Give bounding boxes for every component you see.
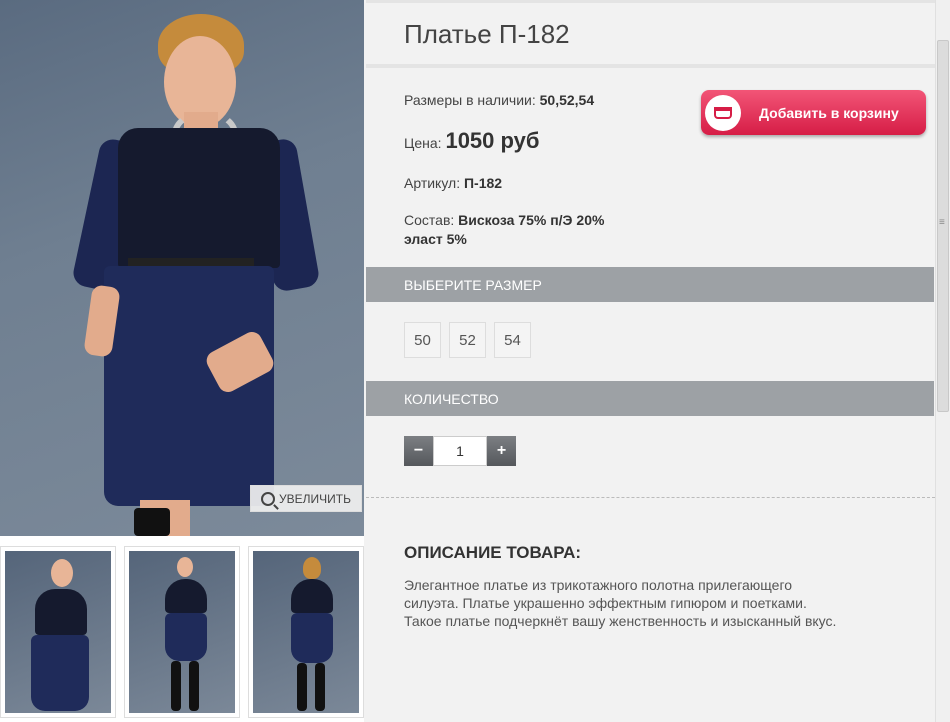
- model-figure: [0, 0, 364, 536]
- size-options: 50 52 54: [404, 322, 531, 358]
- title-bar: Платье П-182: [366, 0, 935, 68]
- article-label: Артикул:: [404, 175, 461, 191]
- thumbnail-photo: [253, 551, 359, 713]
- zoom-label: УВЕЛИЧИТЬ: [279, 491, 351, 506]
- price-value: 1050 руб: [445, 128, 540, 153]
- thumbnail-1[interactable]: [0, 546, 116, 718]
- sizes-label: Размеры в наличии:: [404, 92, 536, 108]
- description-line: Элегантное платье из трикотажного полотн…: [404, 577, 793, 593]
- add-to-cart-label: Добавить в корзину: [759, 104, 899, 121]
- composition-value-2: эласт 5%: [404, 231, 467, 247]
- composition-label: Состав:: [404, 212, 455, 228]
- size-option[interactable]: 50: [404, 322, 441, 358]
- sizes-available: Размеры в наличии: 50,52,54: [404, 92, 594, 108]
- size-option[interactable]: 54: [494, 322, 531, 358]
- size-option[interactable]: 52: [449, 322, 486, 358]
- description-line: Такое платье подчеркнёт вашу женственнос…: [404, 613, 837, 629]
- quantity-stepper: − +: [404, 436, 516, 466]
- description-text: Элегантное платье из трикотажного полотн…: [404, 576, 924, 630]
- quantity-section-header: КОЛИЧЕСТВО: [366, 381, 934, 416]
- description-line: силуэта. Платье украшенно эффектным гипю…: [404, 595, 807, 611]
- composition: Состав: Вискоза 75% п/Э 20% эласт 5%: [404, 211, 604, 249]
- product-info-panel: Платье П-182 Размеры в наличии: 50,52,54…: [366, 0, 935, 722]
- sizes-value: 50,52,54: [539, 92, 595, 108]
- main-product-photo[interactable]: УВЕЛИЧИТЬ: [0, 0, 364, 536]
- zoom-button[interactable]: УВЕЛИЧИТЬ: [250, 485, 362, 512]
- quantity-section-title: КОЛИЧЕСТВО: [404, 390, 499, 407]
- quantity-decrease-button[interactable]: −: [404, 436, 433, 466]
- thumbnail-photo: [5, 551, 111, 713]
- scrollbar[interactable]: [935, 0, 950, 722]
- composition-value-1: Вискоза 75% п/Э 20%: [458, 212, 605, 228]
- description-title: ОПИСАНИЕ ТОВАРА:: [404, 543, 582, 562]
- divider: [366, 497, 935, 498]
- size-section-title: ВЫБЕРИТЕ РАЗМЕР: [404, 276, 542, 293]
- page-title: Платье П-182: [404, 19, 570, 49]
- product-gallery: УВЕЛИЧИТЬ: [0, 0, 364, 722]
- price: Цена: 1050 руб: [404, 128, 539, 154]
- basket-icon: [705, 94, 741, 131]
- quantity-input[interactable]: [433, 436, 487, 466]
- article: Артикул: П-182: [404, 175, 502, 191]
- article-value: П-182: [463, 175, 503, 191]
- thumbnail-2[interactable]: [124, 546, 240, 718]
- product-page: УВЕЛИЧИТЬ Платье П-182 Размеры в наличии…: [0, 0, 950, 722]
- quantity-increase-button[interactable]: +: [487, 436, 516, 466]
- size-section-header: ВЫБЕРИТЕ РАЗМЕР: [366, 267, 934, 302]
- magnifier-plus-icon: [261, 491, 276, 506]
- thumbnail-3[interactable]: [248, 546, 364, 718]
- thumbnail-photo: [129, 551, 235, 713]
- scrollbar-thumb[interactable]: [937, 40, 949, 412]
- thumbnail-strip: [0, 546, 364, 722]
- add-to-cart-button[interactable]: Добавить в корзину: [701, 90, 926, 135]
- price-label: Цена:: [404, 135, 442, 151]
